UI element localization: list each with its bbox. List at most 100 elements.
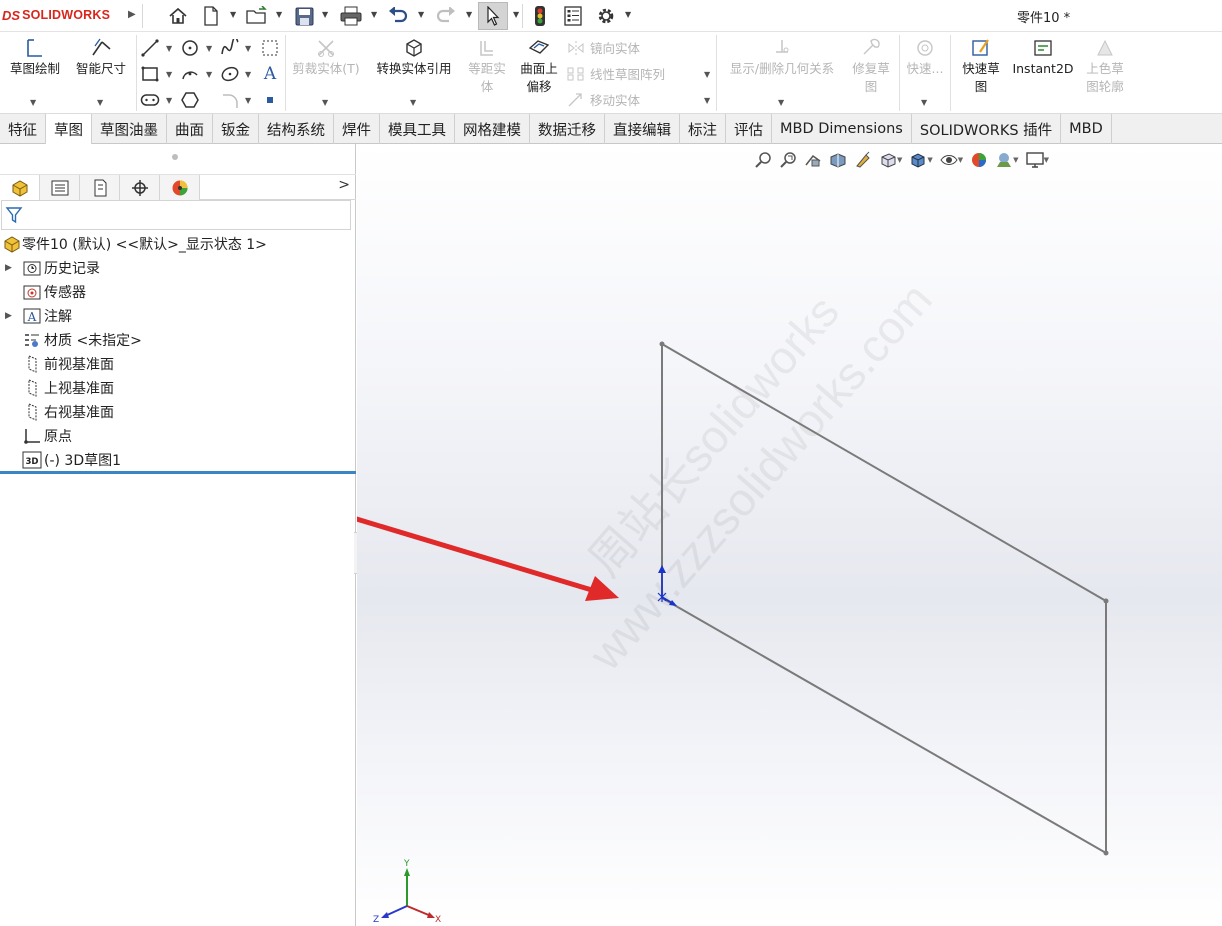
tree-item-right-plane[interactable]: 右视基准面 (0, 400, 356, 424)
options-dropdown-icon[interactable]: ▼ (625, 10, 631, 19)
sketch-line[interactable] (661, 343, 1107, 602)
line-dropdown-icon[interactable]: ▼ (166, 44, 172, 53)
panel-grip[interactable] (172, 154, 178, 160)
convert-dropdown-icon[interactable]: ▼ (410, 98, 416, 107)
slot-icon[interactable] (140, 90, 160, 110)
smart-dimension-button[interactable]: 智能尺寸 (70, 36, 132, 78)
move-dropdown-icon[interactable]: ▼ (704, 96, 710, 105)
ellipse-dropdown-icon[interactable]: ▼ (245, 70, 251, 79)
spline-icon[interactable] (220, 38, 240, 58)
rollback-bar[interactable] (0, 471, 356, 474)
move-entities-button[interactable]: 移动实体 (566, 90, 640, 109)
ellipse-icon[interactable] (220, 64, 240, 84)
tab-4[interactable]: 钣金 (213, 114, 259, 144)
tab-5[interactable]: 结构系统 (259, 114, 334, 144)
save-icon[interactable] (292, 4, 316, 28)
offset-entities-button[interactable]: 等距实 体 (462, 36, 512, 96)
display-delete-relations-button[interactable]: 显示/删除几何关系 (720, 36, 844, 78)
convert-entities-button[interactable]: 转换实体引用 (368, 36, 460, 78)
pattern-dropdown-icon[interactable]: ▼ (704, 70, 710, 79)
point-icon[interactable] (260, 90, 280, 110)
mirror-entities-button[interactable]: 镜向实体 (566, 38, 640, 57)
save-dropdown-icon[interactable]: ▼ (322, 10, 328, 19)
tab-14[interactable]: SOLIDWORKS 插件 (912, 114, 1062, 144)
trim-dropdown-icon[interactable]: ▼ (322, 98, 328, 107)
open-dropdown-icon[interactable]: ▼ (276, 10, 282, 19)
new-dropdown-icon[interactable]: ▼ (230, 10, 236, 19)
dimxpert-tab[interactable] (120, 175, 160, 200)
undo-icon[interactable] (386, 4, 410, 28)
tab-10[interactable]: 直接编辑 (605, 114, 680, 144)
text-icon[interactable]: A (260, 64, 280, 84)
tree-item-origin[interactable]: 原点 (0, 424, 356, 448)
circle-icon[interactable] (180, 38, 200, 58)
display-manager-tab[interactable] (160, 175, 200, 200)
tab-13[interactable]: MBD Dimensions (772, 114, 912, 144)
tree-item-front-plane[interactable]: 前视基准面 (0, 352, 356, 376)
tree-item-top-plane[interactable]: 上视基准面 (0, 376, 356, 400)
menu-expand-icon[interactable]: ▶ (128, 9, 136, 20)
rapid-sketch-button[interactable]: 快速草 图 (956, 36, 1006, 96)
sketch-button[interactable]: 草图绘制 (4, 36, 66, 78)
sketch-dropdown-icon[interactable]: ▼ (30, 98, 36, 107)
solidworks-logo[interactable]: DS SOLIDWORKS (2, 6, 110, 24)
sketch-point[interactable] (1103, 598, 1109, 604)
tree-item-history[interactable]: ▶ 历史记录 (0, 256, 356, 280)
options-gear-icon[interactable] (594, 4, 618, 28)
tab-6[interactable]: 焊件 (334, 114, 380, 144)
tab-9[interactable]: 数据迁移 (530, 114, 605, 144)
new-document-icon[interactable] (200, 4, 222, 28)
tree-item-annotations[interactable]: ▶ A 注解 (0, 304, 356, 328)
graphics-area[interactable]: 周站长solidworks www.zzzsolidworks.com ▼ ▼ … (357, 144, 1222, 926)
slot-dropdown-icon[interactable]: ▼ (166, 96, 172, 105)
tab-1[interactable]: 草图 (46, 114, 92, 145)
tab-12[interactable]: 评估 (726, 114, 772, 144)
rectangle-dropdown-icon[interactable]: ▼ (166, 70, 172, 79)
dimension-dropdown-icon[interactable]: ▼ (97, 98, 103, 107)
tree-root-part[interactable]: 零件10 (默认) <<默认>_显示状态 1> (0, 232, 356, 256)
tree-item-3d-sketch[interactable]: 3D (-) 3D草图1 (0, 448, 356, 472)
tab-11[interactable]: 标注 (680, 114, 726, 144)
print-dropdown-icon[interactable]: ▼ (371, 10, 377, 19)
line-icon[interactable] (140, 38, 160, 58)
3d-sketch-parallelogram[interactable] (659, 341, 1109, 856)
fillet-dropdown-icon[interactable]: ▼ (245, 96, 251, 105)
offset-on-surface-button[interactable]: 曲面上 偏移 (514, 36, 564, 96)
spline-dropdown-icon[interactable]: ▼ (245, 44, 251, 53)
home-icon[interactable] (166, 4, 190, 28)
tree-item-material[interactable]: 材质 <未指定> (0, 328, 356, 352)
select-icon[interactable] (478, 2, 508, 30)
tab-15[interactable]: MBD (1061, 114, 1112, 144)
quick-snaps-button[interactable]: 快速... (902, 36, 948, 78)
tree-item-sensors[interactable]: 传感器 (0, 280, 356, 304)
tab-2[interactable]: 草图油墨 (92, 114, 167, 144)
construction-geometry-icon[interactable] (260, 38, 280, 58)
configuration-manager-tab[interactable] (80, 175, 120, 200)
rebuild-icon[interactable] (530, 4, 550, 28)
rectangle-icon[interactable] (140, 64, 160, 84)
tab-8[interactable]: 网格建模 (455, 114, 530, 144)
arc-icon[interactable] (180, 64, 200, 84)
instant2d-button[interactable]: Instant2D (1010, 36, 1076, 78)
snaps-dropdown-icon[interactable]: ▼ (921, 98, 927, 107)
circle-dropdown-icon[interactable]: ▼ (206, 44, 212, 53)
chevron-right-icon[interactable]: > (338, 177, 350, 193)
arc-dropdown-icon[interactable]: ▼ (206, 70, 212, 79)
select-dropdown-icon[interactable]: ▼ (513, 10, 519, 19)
expand-arrow-icon[interactable]: ▶ (5, 311, 12, 321)
polygon-icon[interactable] (180, 90, 200, 110)
relations-dropdown-icon[interactable]: ▼ (778, 98, 784, 107)
sketch-point[interactable] (659, 341, 665, 347)
trim-button[interactable]: 剪裁实体(T) (289, 36, 363, 78)
print-icon[interactable] (338, 4, 364, 28)
property-manager-tab[interactable] (40, 175, 80, 200)
shaded-sketch-contours-button[interactable]: 上色草 图轮廓 (1080, 36, 1130, 96)
linear-pattern-button[interactable]: 线性草图阵列 (566, 64, 665, 83)
tab-7[interactable]: 模具工具 (380, 114, 455, 144)
feature-manager-tab[interactable] (0, 175, 40, 200)
redo-icon[interactable] (434, 4, 458, 28)
tab-0[interactable]: 特征 (0, 114, 46, 144)
tab-3[interactable]: 曲面 (167, 114, 213, 144)
file-properties-icon[interactable] (562, 4, 584, 28)
sketch-point[interactable] (1103, 850, 1109, 856)
